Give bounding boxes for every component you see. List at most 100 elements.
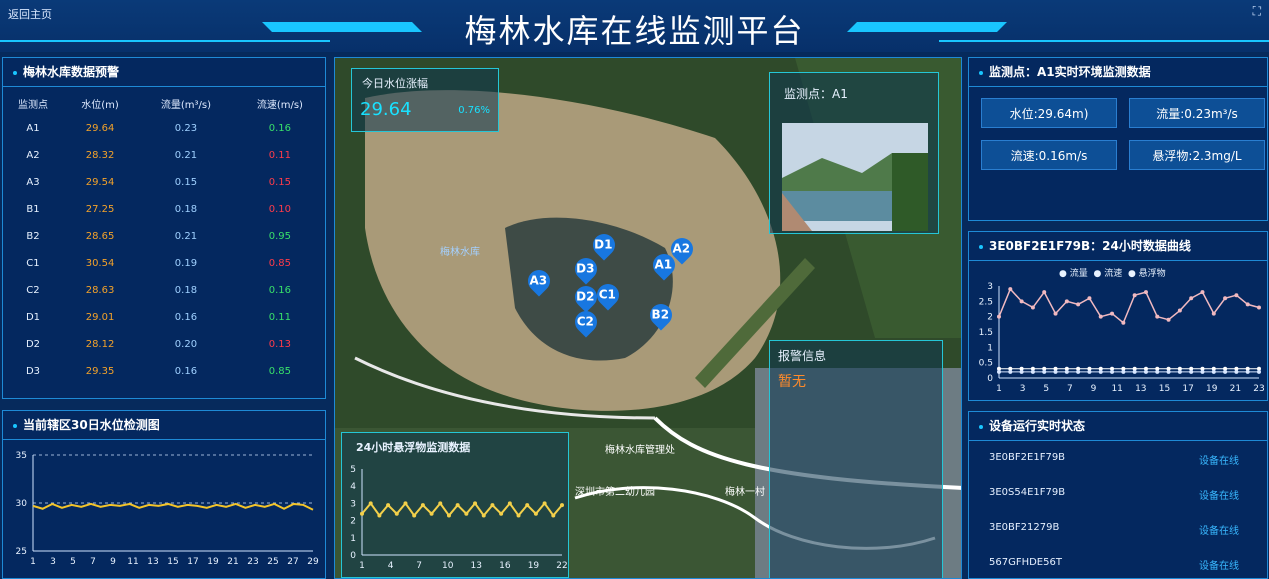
data-point — [429, 511, 434, 516]
data-point — [464, 511, 469, 516]
data-point — [420, 503, 425, 508]
header-line-right — [939, 40, 1269, 42]
level-cell: 30.54 — [85, 258, 115, 269]
device-status[interactable]: 设备在线 — [1199, 452, 1239, 467]
speed-cell: 0.95 — [268, 231, 292, 242]
x-tick-label: 5 — [1043, 384, 1049, 394]
fullscreen-icon[interactable]: ⛶ — [1253, 4, 1261, 19]
speed-reading: 流速:0.16m/s — [981, 140, 1117, 170]
x-tick-label: 7 — [1067, 384, 1073, 394]
data-point — [377, 513, 382, 518]
map-view[interactable]: 今日水位涨幅 29.64 0.76% 监测点：A1 报警信息 暂无 24小时悬浮… — [334, 57, 962, 579]
series-line — [998, 287, 1260, 325]
map-label: 梅林一村 — [725, 487, 765, 498]
device-row: 567GFHDE56T 设备在线 — [989, 557, 1247, 577]
data-point — [1042, 290, 1047, 295]
data-point — [1008, 369, 1013, 374]
table-row: D3 29.35 0.16 0.85 — [3, 358, 325, 385]
water-level-chart-panel: 当前辖区30日水位检测图 25 30 35 1 3 5 7 9 11 13 15 17 19 21 23 25… — [2, 410, 326, 579]
data-point — [1053, 311, 1058, 316]
flow-reading: 流量:0.23m³/s — [1129, 98, 1265, 128]
data-point — [481, 513, 486, 518]
marker-label: A3 — [529, 273, 548, 288]
x-tick-label: 9 — [110, 557, 116, 567]
speed-cell: 0.10 — [268, 204, 292, 215]
curve-chart: 00.511.522.531 3 5 7 9 11 13 15 17 19 21 23 — [979, 282, 1265, 394]
panel-title: 监测点：A1实时环境监测数据 — [969, 58, 1267, 87]
data-point — [1087, 369, 1092, 374]
data-point — [1121, 369, 1126, 374]
data-point — [1087, 296, 1092, 301]
alarm-value: 暂无 — [778, 374, 806, 390]
data-point — [1155, 314, 1160, 319]
data-point — [1019, 299, 1024, 304]
data-point — [1166, 317, 1171, 322]
data-point — [455, 503, 460, 508]
speed-cell: 0.11 — [268, 312, 292, 323]
data-point — [542, 501, 547, 506]
data-point — [473, 501, 478, 506]
flow-cell: 0.16 — [174, 366, 198, 377]
data-point — [360, 511, 364, 516]
y-tick-label: 25 — [16, 547, 27, 557]
device-status[interactable]: 设备在线 — [1199, 522, 1239, 537]
data-point — [1053, 369, 1058, 374]
map-label: 深圳市第二幼儿园 — [575, 487, 655, 498]
data-point — [1189, 369, 1194, 374]
x-tick-label: 22 — [556, 561, 567, 571]
point-cell: C2 — [26, 285, 40, 296]
suspended-title: 24小时悬浮物监测数据 — [356, 441, 471, 454]
device-status[interactable]: 设备在线 — [1199, 557, 1239, 572]
y-tick-label: 4 — [350, 482, 356, 492]
x-tick-label: 11 — [127, 557, 138, 567]
series-line — [32, 502, 314, 511]
x-tick-label: 3 — [1020, 384, 1026, 394]
data-point — [1076, 369, 1081, 374]
rise-value: 29.64 — [360, 99, 412, 120]
suspended-chart: 0123451 4 7 10 13 16 19 22 — [350, 465, 567, 571]
x-tick-label: 23 — [247, 557, 258, 567]
level-cell: 29.35 — [85, 366, 115, 377]
title-decoration-left — [262, 22, 422, 32]
data-point — [516, 513, 521, 518]
point-cell: A3 — [26, 177, 40, 188]
x-tick-label: 29 — [307, 557, 319, 567]
flow-cell: 0.21 — [174, 150, 198, 161]
x-tick-label: 4 — [388, 561, 394, 571]
marker-label: D1 — [594, 237, 613, 252]
flow-cell: 0.20 — [174, 339, 198, 350]
data-point — [1143, 290, 1148, 295]
data-point — [1223, 296, 1228, 301]
data-point — [1064, 369, 1069, 374]
y-tick-label: 2.5 — [979, 297, 993, 307]
x-tick-label: 19 — [207, 557, 219, 567]
y-tick-label: 1.5 — [979, 328, 993, 338]
x-tick-label: 1 — [996, 384, 1002, 394]
data-point — [1211, 311, 1216, 316]
data-point — [533, 511, 538, 516]
y-tick-label: 3 — [350, 499, 356, 509]
water-level-reading: 水位:29.64m) — [981, 98, 1117, 128]
data-point — [1177, 308, 1182, 313]
water-level-chart: 2530351 3 5 7 9 11 13 15 17 19 21 23 25 27 29 — [16, 451, 319, 567]
device-status[interactable]: 设备在线 — [1199, 487, 1239, 502]
point-cell: D3 — [25, 366, 41, 377]
x-tick-label: 1 — [30, 557, 36, 567]
speed-cell: 0.15 — [268, 177, 292, 188]
data-point — [1098, 314, 1103, 319]
data-point — [499, 511, 504, 516]
panel-title: 设备运行实时状态 — [969, 412, 1267, 441]
suspended-matter-box: 24小时悬浮物监测数据 0 1 2 3 4 5 1 4 7 10 13 16 19 22 — [341, 432, 569, 578]
device-row: 3E0BF2E1F79B 设备在线 — [989, 452, 1247, 472]
snapshot-box: 监测点：A1 — [769, 72, 939, 234]
header-line-left — [0, 40, 330, 42]
snapshot-title: 监测点：A1 — [784, 87, 848, 101]
level-cell: 28.63 — [85, 285, 115, 296]
column-header: 流速(m/s) — [256, 99, 303, 111]
data-point — [394, 511, 399, 516]
y-tick-label: 0 — [350, 551, 356, 561]
data-point — [1166, 369, 1171, 374]
data-point — [1019, 369, 1024, 374]
speed-cell: 0.16 — [268, 285, 292, 296]
data-point — [1245, 369, 1250, 374]
